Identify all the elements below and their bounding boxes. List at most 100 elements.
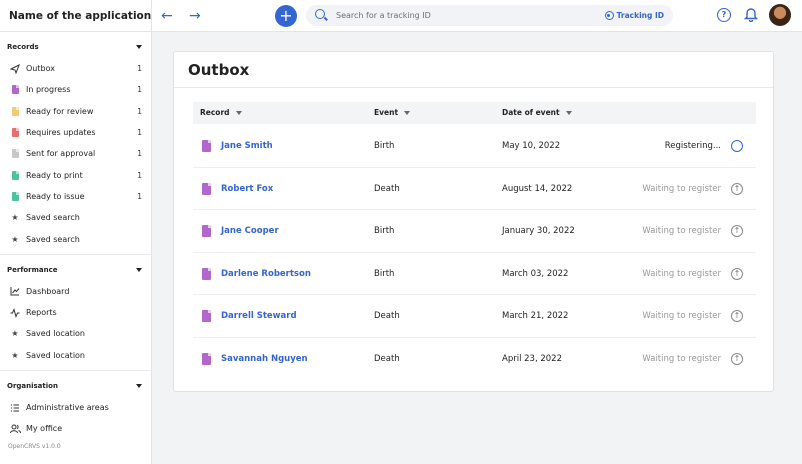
document-icon bbox=[202, 310, 211, 322]
list-icon bbox=[9, 402, 21, 414]
caret-down-icon bbox=[136, 45, 142, 49]
sidebar-item-administrative-areas[interactable]: Administrative areas bbox=[0, 397, 151, 418]
doc-orange-icon bbox=[9, 105, 21, 117]
outbox-card: Outbox Record Event Date of event Jane S… bbox=[173, 51, 774, 392]
nav-group-organisation: Organisation Administrative areas My off… bbox=[0, 375, 151, 444]
upload-arrow-icon: ↑ bbox=[731, 267, 743, 280]
table-row: Darrell Steward Death March 21, 2022 Wai… bbox=[193, 295, 756, 338]
top-bar: ← → + Tracking ID ? bbox=[152, 0, 802, 32]
back-arrow-icon[interactable]: ← bbox=[161, 6, 173, 26]
upload-arrow-icon: ↑ bbox=[731, 352, 743, 365]
chart-icon bbox=[9, 285, 21, 297]
upload-arrow-icon: ↑ bbox=[731, 182, 743, 195]
sidebar-item-dashboard[interactable]: Dashboard bbox=[0, 281, 151, 302]
star-icon: ★ bbox=[11, 329, 19, 339]
record-event: Birth bbox=[374, 226, 395, 236]
sidebar-item-label: Outbox bbox=[26, 64, 55, 74]
record-event: Death bbox=[374, 353, 400, 364]
sidebar-item-in-progress[interactable]: In progress 1 bbox=[0, 79, 151, 100]
upload-arrow-icon: ↑ bbox=[731, 310, 743, 322]
nav-group-header-performance[interactable]: Performance bbox=[0, 259, 151, 281]
sidebar-item-reports[interactable]: Reports bbox=[0, 302, 151, 323]
nav-group-title: Performance bbox=[7, 265, 58, 274]
search-type-selector[interactable]: Tracking ID bbox=[604, 8, 664, 23]
record-date: March 21, 2022 bbox=[502, 311, 569, 321]
search-bar: Tracking ID bbox=[306, 5, 673, 26]
column-header-date[interactable]: Date of event bbox=[502, 102, 572, 124]
nav-group-header-records[interactable]: Records bbox=[0, 36, 151, 58]
document-icon bbox=[202, 182, 211, 195]
sidebar-item-sent-for-approval[interactable]: Sent for approval 1 bbox=[0, 143, 151, 164]
column-header-event[interactable]: Event bbox=[374, 102, 411, 124]
sidebar-item-label: In progress bbox=[26, 85, 71, 95]
caret-down-icon bbox=[136, 383, 142, 388]
send-icon bbox=[9, 63, 21, 75]
sidebar-item-count: 1 bbox=[137, 149, 142, 159]
document-icon bbox=[202, 267, 211, 280]
nav-group-title: Records bbox=[7, 43, 39, 51]
upload-arrow-icon: ↑ bbox=[731, 225, 743, 237]
sidebar-item-requires-updates[interactable]: Requires updates 1 bbox=[0, 122, 151, 143]
nav-group-performance: Performance Dashboard Reports ★ Saved lo… bbox=[0, 259, 151, 371]
sidebar-item-count: 1 bbox=[137, 85, 142, 95]
column-header-record[interactable]: Record bbox=[200, 102, 242, 124]
users-icon bbox=[9, 423, 21, 435]
table-row: Jane Smith Birth May 10, 2022 Registerin… bbox=[193, 125, 756, 168]
record-event: Birth bbox=[374, 268, 395, 279]
record-status: Waiting to register bbox=[642, 268, 721, 279]
avatar[interactable] bbox=[769, 4, 791, 26]
record-name-link[interactable]: Darrell Steward bbox=[221, 295, 297, 337]
doc-grey-icon bbox=[9, 148, 21, 160]
forward-arrow-icon[interactable]: → bbox=[189, 6, 201, 26]
record-name-link[interactable]: Jane Smith bbox=[221, 125, 273, 167]
sidebar-item-count: 1 bbox=[137, 128, 142, 138]
sidebar-item-ready-to-issue[interactable]: Ready to issue 1 bbox=[0, 186, 151, 207]
record-name-link[interactable]: Savannah Nguyen bbox=[221, 338, 308, 380]
sidebar-item-count: 1 bbox=[137, 106, 142, 116]
record-date: March 03, 2022 bbox=[502, 268, 569, 279]
help-icon[interactable]: ? bbox=[717, 8, 731, 22]
sidebar-item-label: Reports bbox=[26, 308, 57, 318]
record-name-link[interactable]: Darlene Robertson bbox=[221, 253, 311, 295]
sidebar-item-ready-for-review[interactable]: Ready for review 1 bbox=[0, 101, 151, 122]
star-icon: ★ bbox=[11, 350, 19, 360]
sidebar-item-saved-location[interactable]: ★ Saved location bbox=[0, 323, 151, 344]
bell-icon[interactable] bbox=[743, 6, 759, 23]
doc-green-icon bbox=[9, 169, 21, 181]
sidebar-item-saved-location[interactable]: ★ Saved location bbox=[0, 345, 151, 366]
sidebar-item-label: Ready to print bbox=[26, 170, 83, 180]
sidebar-item-label: Dashboard bbox=[26, 286, 70, 296]
sidebar-item-label: Saved location bbox=[26, 329, 85, 339]
sidebar-item-ready-to-print[interactable]: Ready to print 1 bbox=[0, 164, 151, 185]
doc-red-icon bbox=[9, 127, 21, 139]
star-icon: ★ bbox=[11, 234, 19, 244]
activity-icon bbox=[9, 307, 21, 319]
sort-caret-icon bbox=[565, 111, 572, 115]
sidebar-item-label: Saved location bbox=[26, 350, 85, 360]
record-event: Birth bbox=[374, 141, 395, 151]
table-header: Record Event Date of event bbox=[193, 102, 756, 124]
record-date: April 23, 2022 bbox=[502, 353, 562, 364]
doc-teal-icon bbox=[9, 190, 21, 202]
record-status: Registering... bbox=[664, 141, 721, 151]
record-name-link[interactable]: Robert Fox bbox=[221, 168, 273, 210]
sidebar: Name of the application Records Outbox 1… bbox=[0, 0, 152, 464]
sidebar-item-outbox[interactable]: Outbox 1 bbox=[0, 58, 151, 79]
nav-group-header-organisation[interactable]: Organisation bbox=[0, 375, 151, 397]
nav-group-title: Organisation bbox=[7, 381, 58, 390]
page-title: Outbox bbox=[188, 61, 250, 79]
new-event-button[interactable]: + bbox=[275, 5, 297, 27]
sidebar-item-saved-search[interactable]: ★ Saved search bbox=[0, 228, 151, 249]
sidebar-item-label: Administrative areas bbox=[26, 403, 109, 412]
table-row: Darlene Robertson Birth March 03, 2022 W… bbox=[193, 253, 756, 295]
record-name-link[interactable]: Jane Cooper bbox=[221, 210, 279, 252]
sidebar-item-count: 1 bbox=[137, 170, 142, 180]
sidebar-item-label: Saved search bbox=[26, 234, 80, 244]
column-label: Record bbox=[200, 108, 230, 117]
target-icon bbox=[604, 11, 614, 20]
app-version: OpenCRVS v1.0.0 bbox=[8, 443, 61, 450]
search-input[interactable] bbox=[336, 8, 586, 23]
column-label: Event bbox=[374, 108, 399, 117]
sidebar-item-my-office[interactable]: My office bbox=[0, 418, 151, 439]
sidebar-item-saved-search[interactable]: ★ Saved search bbox=[0, 207, 151, 228]
